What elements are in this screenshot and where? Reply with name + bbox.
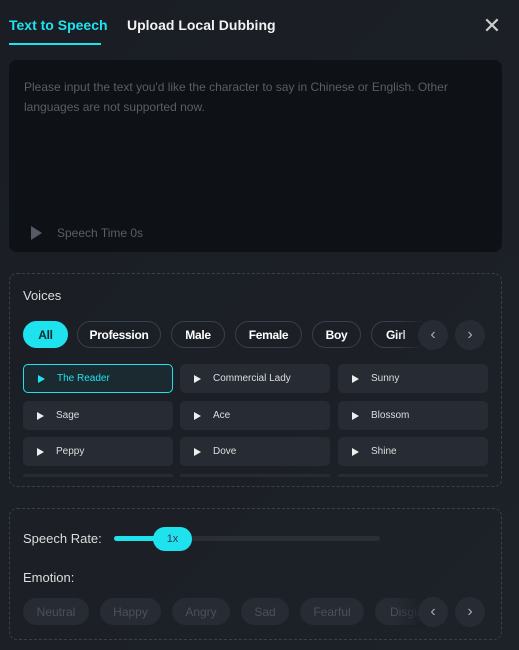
play-icon bbox=[352, 447, 359, 456]
emotion-angry[interactable]: Angry bbox=[172, 598, 230, 625]
voice-label: The Reader bbox=[57, 373, 110, 384]
filter-profession[interactable]: Profession bbox=[77, 321, 161, 348]
voice-item[interactable]: Sage bbox=[23, 401, 173, 430]
voice-item[interactable]: Blossom bbox=[338, 401, 488, 430]
voices-title: Voices bbox=[23, 288, 62, 303]
play-icon bbox=[194, 411, 201, 420]
voice-label: Shine bbox=[371, 446, 397, 457]
play-icon bbox=[352, 374, 359, 383]
voice-item[interactable]: Dove bbox=[180, 437, 330, 466]
close-icon[interactable]: ✕ bbox=[482, 15, 502, 37]
speech-time: Speech Time 0s bbox=[57, 226, 144, 240]
play-icon[interactable] bbox=[31, 226, 42, 240]
emotion-label: Emotion: bbox=[23, 570, 75, 585]
voice-label: Commercial Lady bbox=[213, 373, 291, 384]
active-tab-indicator bbox=[9, 43, 101, 45]
voice-item[interactable]: Sunny bbox=[338, 364, 488, 393]
voice-label: Sage bbox=[56, 410, 80, 421]
filter-boy[interactable]: Boy bbox=[312, 321, 361, 348]
emotion-fearful[interactable]: Fearful bbox=[300, 598, 364, 625]
filter-female[interactable]: Female bbox=[235, 321, 302, 348]
voices-panel: Voices All Profession Male Female Boy Gi… bbox=[9, 273, 502, 487]
tab-text-to-speech[interactable]: Text to Speech bbox=[9, 17, 108, 33]
voice-item-partial bbox=[338, 474, 488, 477]
filter-male[interactable]: Male bbox=[171, 321, 225, 348]
voice-label: Peppy bbox=[56, 446, 85, 457]
voice-label: Dove bbox=[213, 446, 237, 457]
speech-rate-label: Speech Rate: bbox=[23, 531, 102, 546]
emotion-happy[interactable]: Happy bbox=[100, 598, 161, 625]
chevron-left-icon[interactable]: ‹ bbox=[418, 320, 448, 350]
filter-all[interactable]: All bbox=[23, 321, 68, 348]
play-icon bbox=[194, 447, 201, 456]
voice-item-partial bbox=[180, 474, 330, 477]
chevron-left-icon[interactable]: ‹ bbox=[418, 597, 448, 627]
text-input[interactable]: Please input the text you'd like the cha… bbox=[9, 60, 502, 252]
play-icon bbox=[352, 411, 359, 420]
speech-rate-slider-thumb[interactable]: 1x bbox=[153, 527, 192, 551]
voice-label: Blossom bbox=[371, 410, 410, 421]
voice-item-partial bbox=[23, 474, 173, 477]
emotion-sad[interactable]: Sad bbox=[241, 598, 289, 625]
chevron-right-icon[interactable]: › bbox=[455, 320, 485, 350]
emotion-neutral[interactable]: Neutral bbox=[23, 598, 89, 625]
voice-item[interactable]: The Reader bbox=[23, 364, 173, 393]
play-icon bbox=[37, 447, 44, 456]
chevron-right-icon[interactable]: › bbox=[455, 597, 485, 627]
text-input-placeholder: Please input the text you'd like the cha… bbox=[24, 80, 448, 114]
tab-upload-local-dubbing[interactable]: Upload Local Dubbing bbox=[127, 17, 276, 33]
voice-item[interactable]: Peppy bbox=[23, 437, 173, 466]
play-icon bbox=[194, 374, 201, 383]
voice-label: Sunny bbox=[371, 373, 400, 384]
voice-item[interactable]: Shine bbox=[338, 437, 488, 466]
settings-panel: Speech Rate: 1x Emotion: Neutral Happy A… bbox=[9, 508, 502, 640]
play-icon bbox=[38, 374, 45, 383]
play-icon bbox=[37, 411, 44, 420]
voice-item[interactable]: Ace bbox=[180, 401, 330, 430]
voice-item[interactable]: Commercial Lady bbox=[180, 364, 330, 393]
voice-label: Ace bbox=[213, 410, 231, 421]
